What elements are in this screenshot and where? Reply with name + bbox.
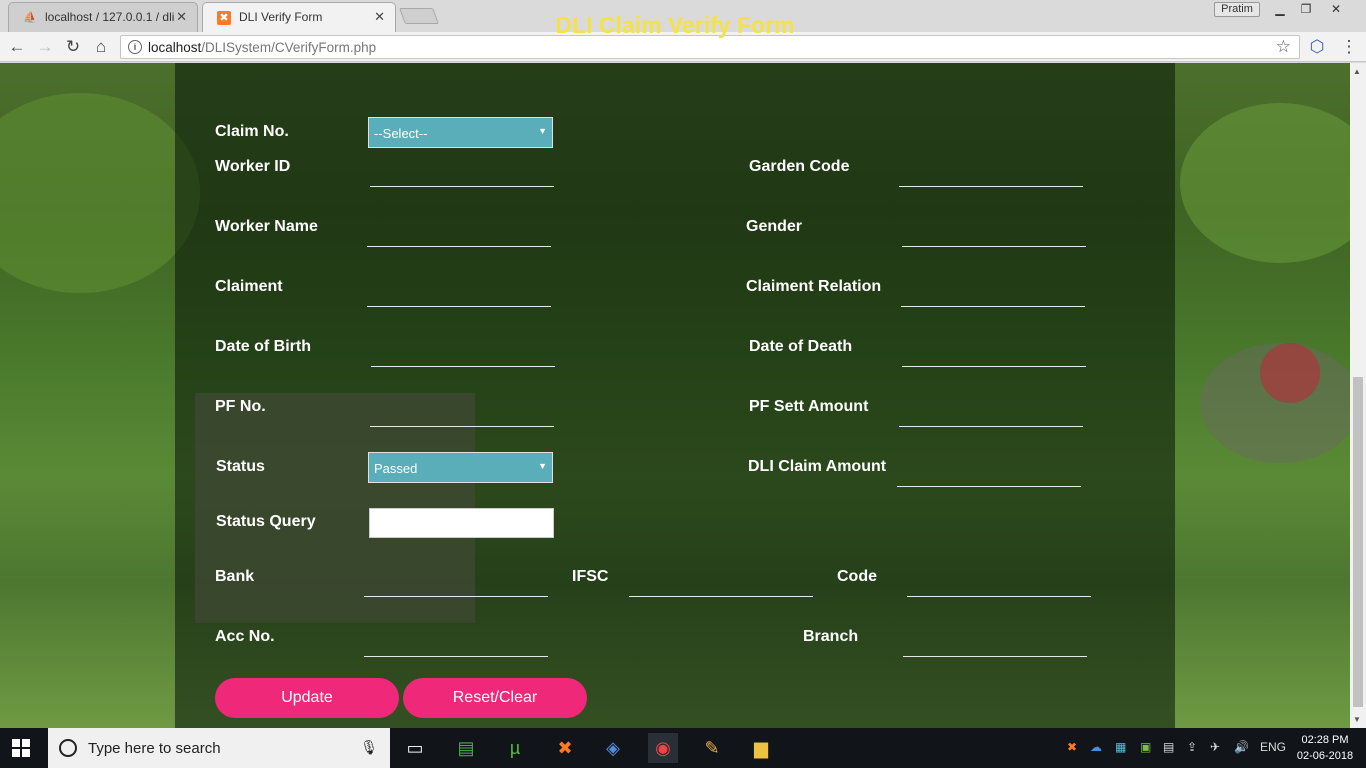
reset-clear-button[interactable]: Reset/Clear bbox=[403, 678, 587, 718]
pf-sett-amount-field[interactable] bbox=[899, 405, 1083, 427]
pf-sett-amount-label: PF Sett Amount bbox=[749, 398, 869, 415]
dli-claim-amount-field[interactable] bbox=[897, 465, 1081, 487]
clock-time: 02:28 PM bbox=[1301, 734, 1349, 746]
bookmark-star-icon[interactable]: ☆ bbox=[1276, 37, 1291, 57]
taskbar-search-box[interactable]: Type here to search 🎙 bbox=[48, 728, 390, 768]
bank-field[interactable] bbox=[364, 575, 548, 597]
phpmyadmin-icon: ⛵ bbox=[23, 12, 37, 24]
status-query-label: Status Query bbox=[216, 513, 316, 530]
close-window-icon[interactable]: ✕ bbox=[1324, 1, 1348, 17]
virtualbox-app-icon[interactable]: ◈ bbox=[598, 733, 628, 763]
home-icon[interactable]: ⌂ bbox=[90, 36, 112, 58]
gender-label: Gender bbox=[746, 218, 803, 235]
worker-id-field[interactable] bbox=[370, 165, 554, 187]
maximize-icon[interactable]: ❐ bbox=[1294, 1, 1318, 17]
claiment-relation-label: Claiment Relation bbox=[746, 278, 882, 295]
menu-icon[interactable]: ⋮ bbox=[1338, 36, 1360, 58]
file-explorer-icon[interactable]: ▆ bbox=[746, 733, 776, 763]
form-title: DLI Claim Verify Form bbox=[555, 12, 795, 38]
claim-no-label: Claim No. bbox=[215, 123, 289, 140]
gender-field[interactable] bbox=[902, 225, 1086, 247]
keyboard-icon[interactable]: ▤ bbox=[1163, 740, 1174, 754]
dropdown-arrow-icon: ▼ bbox=[538, 126, 547, 136]
usb-icon[interactable]: ⇪ bbox=[1187, 740, 1197, 754]
foliage-decoration bbox=[1180, 103, 1350, 263]
acc-no-field[interactable] bbox=[364, 635, 548, 657]
xampp-app-icon[interactable]: ✖ bbox=[550, 733, 580, 763]
branch-label: Branch bbox=[803, 628, 859, 645]
minimize-icon[interactable]: ▁ bbox=[1268, 1, 1292, 17]
dli-claim-amount-label: DLI Claim Amount bbox=[748, 458, 887, 475]
extension-icon[interactable]: ⬡ bbox=[1306, 36, 1328, 58]
claiment-relation-field[interactable] bbox=[901, 285, 1085, 307]
paint-app-icon[interactable]: ✎ bbox=[697, 733, 727, 763]
claiment-field[interactable] bbox=[367, 285, 551, 307]
acc-no-label: Acc No. bbox=[215, 628, 275, 645]
dropdown-arrow-icon: ▼ bbox=[538, 461, 547, 471]
claiment-label: Claiment bbox=[215, 278, 283, 295]
forward-icon[interactable]: → bbox=[34, 36, 56, 58]
worker-id-label: Worker ID bbox=[215, 158, 291, 175]
update-button[interactable]: Update bbox=[215, 678, 399, 718]
code-field[interactable] bbox=[907, 575, 1091, 597]
claim-no-select[interactable]: --Select-- ▼ bbox=[368, 117, 553, 148]
notepad-app-icon[interactable]: ▤ bbox=[451, 733, 481, 763]
pf-no-label: PF No. bbox=[215, 398, 266, 415]
xampp-tray-icon[interactable]: ✖ bbox=[1067, 740, 1077, 754]
network-drive-icon[interactable]: ☁ bbox=[1090, 740, 1102, 754]
task-view-icon[interactable]: ▭ bbox=[400, 733, 430, 763]
network-icon[interactable]: ✈ bbox=[1210, 740, 1220, 754]
profile-button[interactable]: Pratim bbox=[1214, 2, 1260, 17]
search-placeholder: Type here to search bbox=[88, 740, 221, 757]
flowers-decoration bbox=[1260, 343, 1320, 403]
clock-date: 02-06-2018 bbox=[1296, 750, 1354, 762]
info-icon[interactable]: i bbox=[128, 40, 142, 54]
tab-phpmyadmin[interactable]: ⛵ localhost / 127.0.0.1 / dli ✕ bbox=[8, 2, 198, 32]
scrollbar-thumb[interactable] bbox=[1353, 377, 1363, 707]
tab-title: localhost / 127.0.0.1 / dli bbox=[45, 10, 175, 24]
chrome-app-icon[interactable]: ◉ bbox=[648, 733, 678, 763]
bank-label: Bank bbox=[215, 568, 255, 585]
code-label: Code bbox=[837, 568, 877, 585]
cortana-icon bbox=[59, 739, 77, 757]
microphone-icon[interactable]: 🎙 bbox=[360, 739, 378, 756]
url-text[interactable]: localhost/DLISystem/CVerifyForm.php bbox=[148, 40, 376, 55]
date-of-death-label: Date of Death bbox=[749, 338, 853, 355]
garden-code-field[interactable] bbox=[899, 165, 1083, 187]
ifsc-label: IFSC bbox=[572, 568, 609, 585]
back-icon[interactable]: ← bbox=[6, 36, 28, 58]
branch-field[interactable] bbox=[903, 635, 1087, 657]
date-of-death-field[interactable] bbox=[902, 345, 1086, 367]
nvidia-icon[interactable]: ▣ bbox=[1140, 740, 1151, 754]
windows-taskbar: Type here to search 🎙 ▭ ▤ µ ✖ ◈ ◉ ✎ ▆ ✖ … bbox=[0, 728, 1366, 768]
foliage-decoration bbox=[0, 93, 200, 293]
pf-no-field[interactable] bbox=[370, 405, 554, 427]
utorrent-app-icon[interactable]: µ bbox=[500, 733, 530, 763]
worker-name-label: Worker Name bbox=[215, 218, 318, 235]
page-scrollbar[interactable]: ▲ ▼ bbox=[1350, 63, 1366, 728]
status-query-input[interactable] bbox=[369, 508, 554, 538]
page-background bbox=[0, 63, 1350, 728]
ifsc-field[interactable] bbox=[629, 575, 813, 597]
status-select[interactable]: Passed ▼ bbox=[368, 452, 553, 483]
taskbar-clock[interactable]: 02:28 PM 02-06-2018 bbox=[1296, 732, 1354, 764]
status-label: Status bbox=[216, 458, 265, 475]
windows-start-icon[interactable] bbox=[12, 739, 30, 757]
date-of-birth-field[interactable] bbox=[371, 345, 555, 367]
date-of-birth-label: Date of Birth bbox=[215, 338, 311, 355]
app-tray-icon[interactable]: ▦ bbox=[1115, 740, 1126, 754]
scroll-up-icon[interactable]: ▲ bbox=[1353, 67, 1361, 76]
form-panel bbox=[175, 63, 1175, 728]
scroll-down-icon[interactable]: ▼ bbox=[1353, 715, 1361, 724]
worker-name-field[interactable] bbox=[367, 225, 551, 247]
language-indicator[interactable]: ENG bbox=[1260, 740, 1286, 754]
volume-icon[interactable]: 🔊 bbox=[1234, 740, 1249, 754]
reload-icon[interactable]: ↻ bbox=[62, 36, 84, 58]
garden-code-label: Garden Code bbox=[749, 158, 850, 175]
